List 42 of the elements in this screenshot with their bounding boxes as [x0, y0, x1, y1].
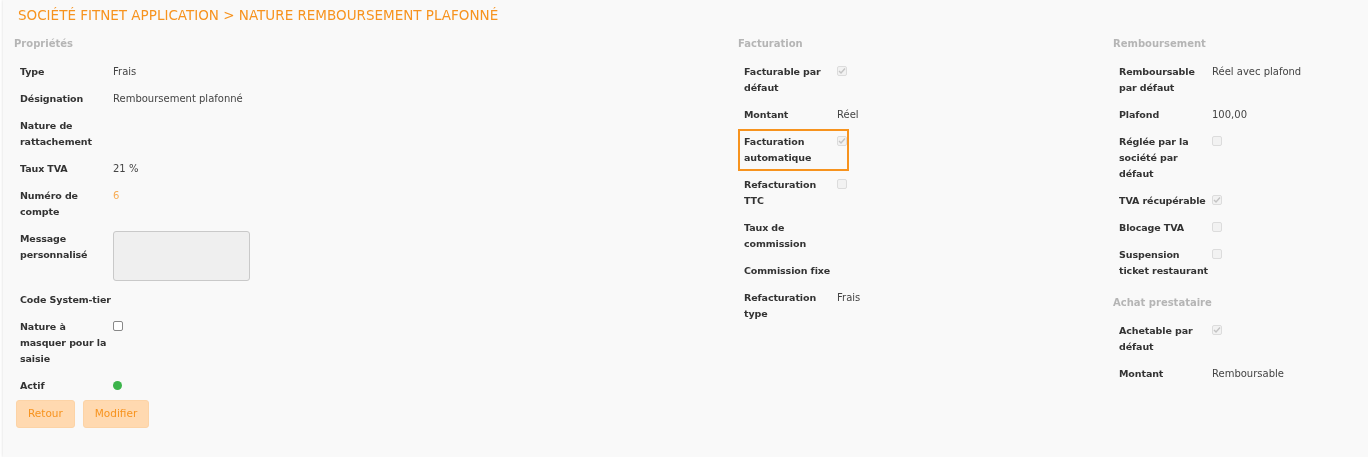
field-value: 100,00 — [1212, 108, 1247, 122]
message-field[interactable] — [113, 231, 250, 281]
field-value: Réel avec plafond — [1212, 65, 1302, 79]
field-label: Facturation automatique — [744, 135, 813, 165]
field-label: Refacturation type — [744, 291, 818, 321]
field-label: Code System-tier — [20, 293, 112, 307]
field-label: Nature de rattachement — [20, 119, 93, 149]
section-heading: Facturation — [738, 37, 804, 51]
field-label: Montant — [1119, 367, 1165, 381]
field-label: Réglée par la société par défaut — [1119, 135, 1190, 181]
field-label: Nature à masquer pour la saisie — [20, 320, 108, 366]
field-label: Numéro de compte — [20, 189, 79, 219]
field-label: Montant — [744, 108, 790, 122]
field-label: Refacturation TTC — [744, 178, 818, 208]
field-value: Frais — [113, 65, 137, 79]
field-value: Réel — [837, 108, 859, 122]
field-value: Remboursable — [1212, 367, 1284, 381]
section-heading: Propriétés — [14, 37, 74, 51]
section-heading: Achat prestataire — [1113, 296, 1213, 310]
action-button[interactable]: Modifier — [82, 400, 150, 428]
section-heading: Remboursement — [1113, 37, 1207, 51]
field-label: Type — [20, 65, 46, 79]
field-value: 21 % — [113, 162, 139, 176]
field-label: Facturable par défaut — [744, 65, 822, 95]
account-link[interactable]: 6 — [113, 188, 120, 204]
field-label: Commission fixe — [744, 264, 832, 278]
field-value: Remboursement plafonné — [113, 92, 243, 106]
field-label: Suspension ticket restaurant — [1119, 248, 1209, 278]
field-label: Message personnalisé — [20, 232, 89, 262]
field-label: Désignation — [20, 92, 85, 106]
field-label: Remboursable par défaut — [1119, 65, 1196, 95]
field-label: Taux de commission — [744, 221, 808, 251]
field-value: Frais — [837, 291, 861, 305]
field-label: Achetable par défaut — [1119, 324, 1194, 354]
checkbox[interactable] — [113, 321, 123, 331]
field-label: Actif — [20, 379, 46, 393]
field-label: Blocage TVA — [1119, 221, 1186, 235]
breadcrumb-title: SOCIÉTÉ FITNET APPLICATION > NATURE REMBOURSEMENT PLAFONNÉ — [17, 6, 500, 25]
field-label: TVA récupérable — [1119, 194, 1207, 208]
action-button[interactable]: Retour — [16, 400, 75, 428]
field-label: Taux TVA — [20, 162, 69, 176]
field-label: Plafond — [1119, 108, 1161, 122]
